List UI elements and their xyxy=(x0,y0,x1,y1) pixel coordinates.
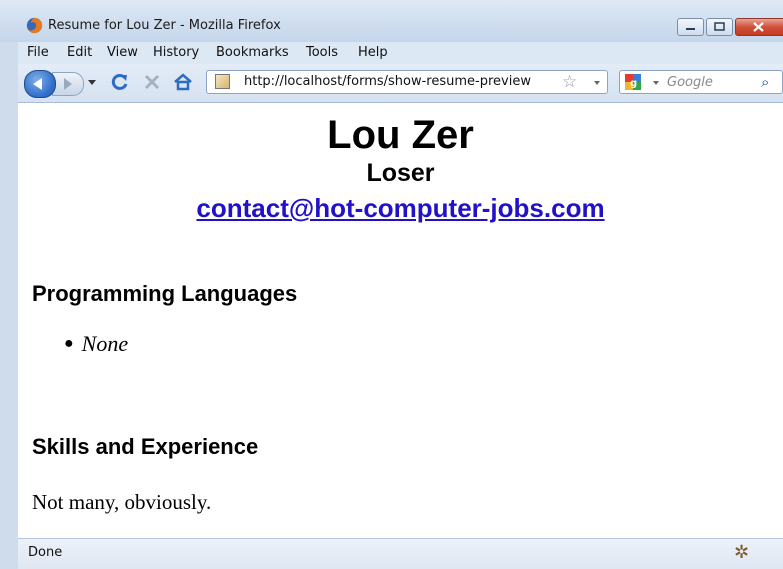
window-title: Resume for Lou Zer - Mozilla Firefox xyxy=(48,18,281,33)
page-icon xyxy=(215,74,230,89)
forward-button[interactable] xyxy=(52,72,84,96)
language-item: None xyxy=(81,331,129,356)
bullet-icon: ● xyxy=(64,335,74,352)
resume-subtitle: Loser xyxy=(366,159,435,187)
email-link-container: contact@hot-computer-jobs.com xyxy=(18,193,783,224)
firefox-icon xyxy=(26,17,43,34)
home-icon[interactable] xyxy=(173,72,193,92)
browser-window: Resume for Lou Zer - Mozilla Firefox Fil… xyxy=(0,0,783,569)
menu-history[interactable]: History xyxy=(153,45,199,60)
bug-icon[interactable]: ✲ xyxy=(734,542,749,563)
section-heading-skills: Skills and Experience xyxy=(32,434,259,459)
list-item: ● None xyxy=(64,331,128,357)
window-frame-left xyxy=(0,42,18,569)
navigation-toolbar: http://localhost/forms/show-resume-previ… xyxy=(18,64,783,103)
address-bar[interactable]: http://localhost/forms/show-resume-previ… xyxy=(206,70,608,94)
google-icon[interactable]: g xyxy=(625,74,641,90)
minimize-icon xyxy=(686,28,695,30)
close-button[interactable] xyxy=(735,18,783,36)
skills-text: Not many, obviously. xyxy=(32,490,212,514)
menu-tools[interactable]: Tools xyxy=(306,45,338,60)
search-icon[interactable]: ⌕ xyxy=(761,73,769,91)
menu-file[interactable]: File xyxy=(27,45,49,60)
section-heading-languages: Programming Languages xyxy=(32,281,298,306)
reload-icon[interactable] xyxy=(110,72,130,92)
maximize-button[interactable] xyxy=(706,18,733,36)
search-input[interactable]: Google xyxy=(667,75,713,90)
menu-help[interactable]: Help xyxy=(358,45,388,60)
menu-bar: File Edit View History Bookmarks Tools H… xyxy=(18,42,783,64)
bookmark-star-icon[interactable]: ☆ xyxy=(562,72,577,92)
status-bar: Done ✲ xyxy=(18,538,783,569)
email-link[interactable]: contact@hot-computer-jobs.com xyxy=(196,193,604,223)
close-icon xyxy=(753,22,764,32)
back-button[interactable] xyxy=(24,70,56,98)
menu-edit[interactable]: Edit xyxy=(67,45,92,60)
url-dropdown[interactable] xyxy=(594,81,600,85)
title-bar: Resume for Lou Zer - Mozilla Firefox xyxy=(0,0,783,42)
page-content: Lou Zer Loser contact@hot-computer-jobs.… xyxy=(18,103,783,538)
menu-view[interactable]: View xyxy=(107,45,138,60)
search-box[interactable]: g Google ⌕ xyxy=(619,70,783,94)
menu-bookmarks[interactable]: Bookmarks xyxy=(216,45,289,60)
maximize-icon xyxy=(714,22,725,31)
search-engine-dropdown[interactable] xyxy=(653,81,659,85)
minimize-button[interactable] xyxy=(677,18,704,36)
svg-text:g: g xyxy=(630,78,637,89)
stop-icon[interactable] xyxy=(142,72,162,92)
resume-name: Lou Zer xyxy=(327,113,474,157)
history-dropdown[interactable] xyxy=(88,80,96,85)
url-text[interactable]: http://localhost/forms/show-resume-previ… xyxy=(244,74,531,89)
status-text: Done xyxy=(28,545,63,560)
